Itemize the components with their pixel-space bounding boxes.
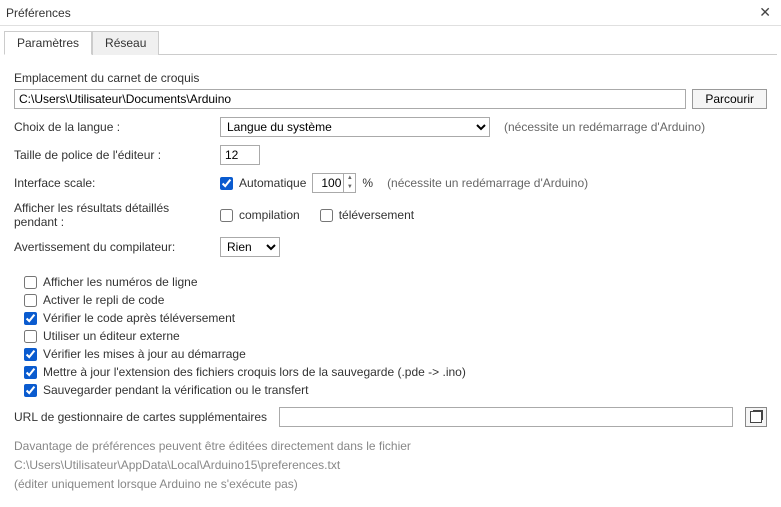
fontsize-input[interactable] [220,145,260,165]
tab-reseau[interactable]: Réseau [92,31,159,55]
linenums-checkbox[interactable] [24,276,37,289]
footer-text: Davantage de préférences peuvent être éd… [14,437,767,495]
check-updates-checkbox[interactable] [24,348,37,361]
update-ext-label: Mettre à jour l'extension des fichiers c… [43,365,466,379]
browse-button[interactable]: Parcourir [692,89,767,109]
folding-label: Activer le repli de code [43,293,164,307]
verbose-compile-label: compilation [239,208,300,222]
linenums-label: Afficher les numéros de ligne [43,275,198,289]
language-select[interactable]: Langue du système [220,117,490,137]
check-updates-label: Vérifier les mises à jour au démarrage [43,347,246,361]
tab-parametres[interactable]: Paramètres [4,31,92,55]
sketchbook-path-input[interactable] [14,89,686,109]
titlebar: Préférences ✕ [0,0,781,26]
verbose-label: Afficher les résultats détaillés pendant… [14,201,214,229]
scale-hint: (nécessite un redémarrage d'Arduino) [387,176,588,190]
save-verify-label: Sauvegarder pendant la vérification ou l… [43,383,309,397]
scale-spinner[interactable]: ▲▼ [312,173,356,193]
scale-auto-checkbox[interactable] [220,177,233,190]
footer-line-2: C:\Users\Utilisateur\AppData\Local\Ardui… [14,456,767,475]
verify-upload-checkbox[interactable] [24,312,37,325]
fontsize-label: Taille de police de l'éditeur : [14,148,214,162]
sketchbook-label: Emplacement du carnet de croquis [14,71,199,85]
external-editor-label: Utiliser un éditeur externe [43,329,180,343]
verify-upload-label: Vérifier le code après téléversement [43,311,235,325]
footer-line-3: (éditer uniquement lorsque Arduino ne s'… [14,475,767,494]
boards-url-expand-button[interactable] [745,407,767,427]
spinner-arrows-icon[interactable]: ▲▼ [343,174,355,192]
verbose-upload-label: téléversement [339,208,414,222]
window-title: Préférences [6,6,71,20]
window-icon [750,411,762,423]
tab-bar: Paramètres Réseau [4,30,777,55]
close-icon[interactable]: ✕ [759,4,771,21]
boards-url-label: URL de gestionnaire de cartes supplément… [14,410,267,424]
warnings-label: Avertissement du compilateur: [14,240,214,254]
footer-line-1: Davantage de préférences peuvent être éd… [14,437,767,456]
tab-content: Emplacement du carnet de croquis Parcour… [0,55,781,507]
language-hint: (nécessite un redémarrage d'Arduino) [504,120,705,134]
language-label: Choix de la langue : [14,120,214,134]
warnings-select[interactable]: Rien [220,237,280,257]
boards-url-input[interactable] [279,407,733,427]
update-ext-checkbox[interactable] [24,366,37,379]
external-editor-checkbox[interactable] [24,330,37,343]
folding-checkbox[interactable] [24,294,37,307]
scale-percent: % [362,176,373,190]
scale-auto-label: Automatique [239,176,306,190]
scale-label: Interface scale: [14,176,214,190]
verbose-compile-checkbox[interactable] [220,209,233,222]
verbose-upload-checkbox[interactable] [320,209,333,222]
scale-input[interactable] [313,174,343,192]
save-verify-checkbox[interactable] [24,384,37,397]
